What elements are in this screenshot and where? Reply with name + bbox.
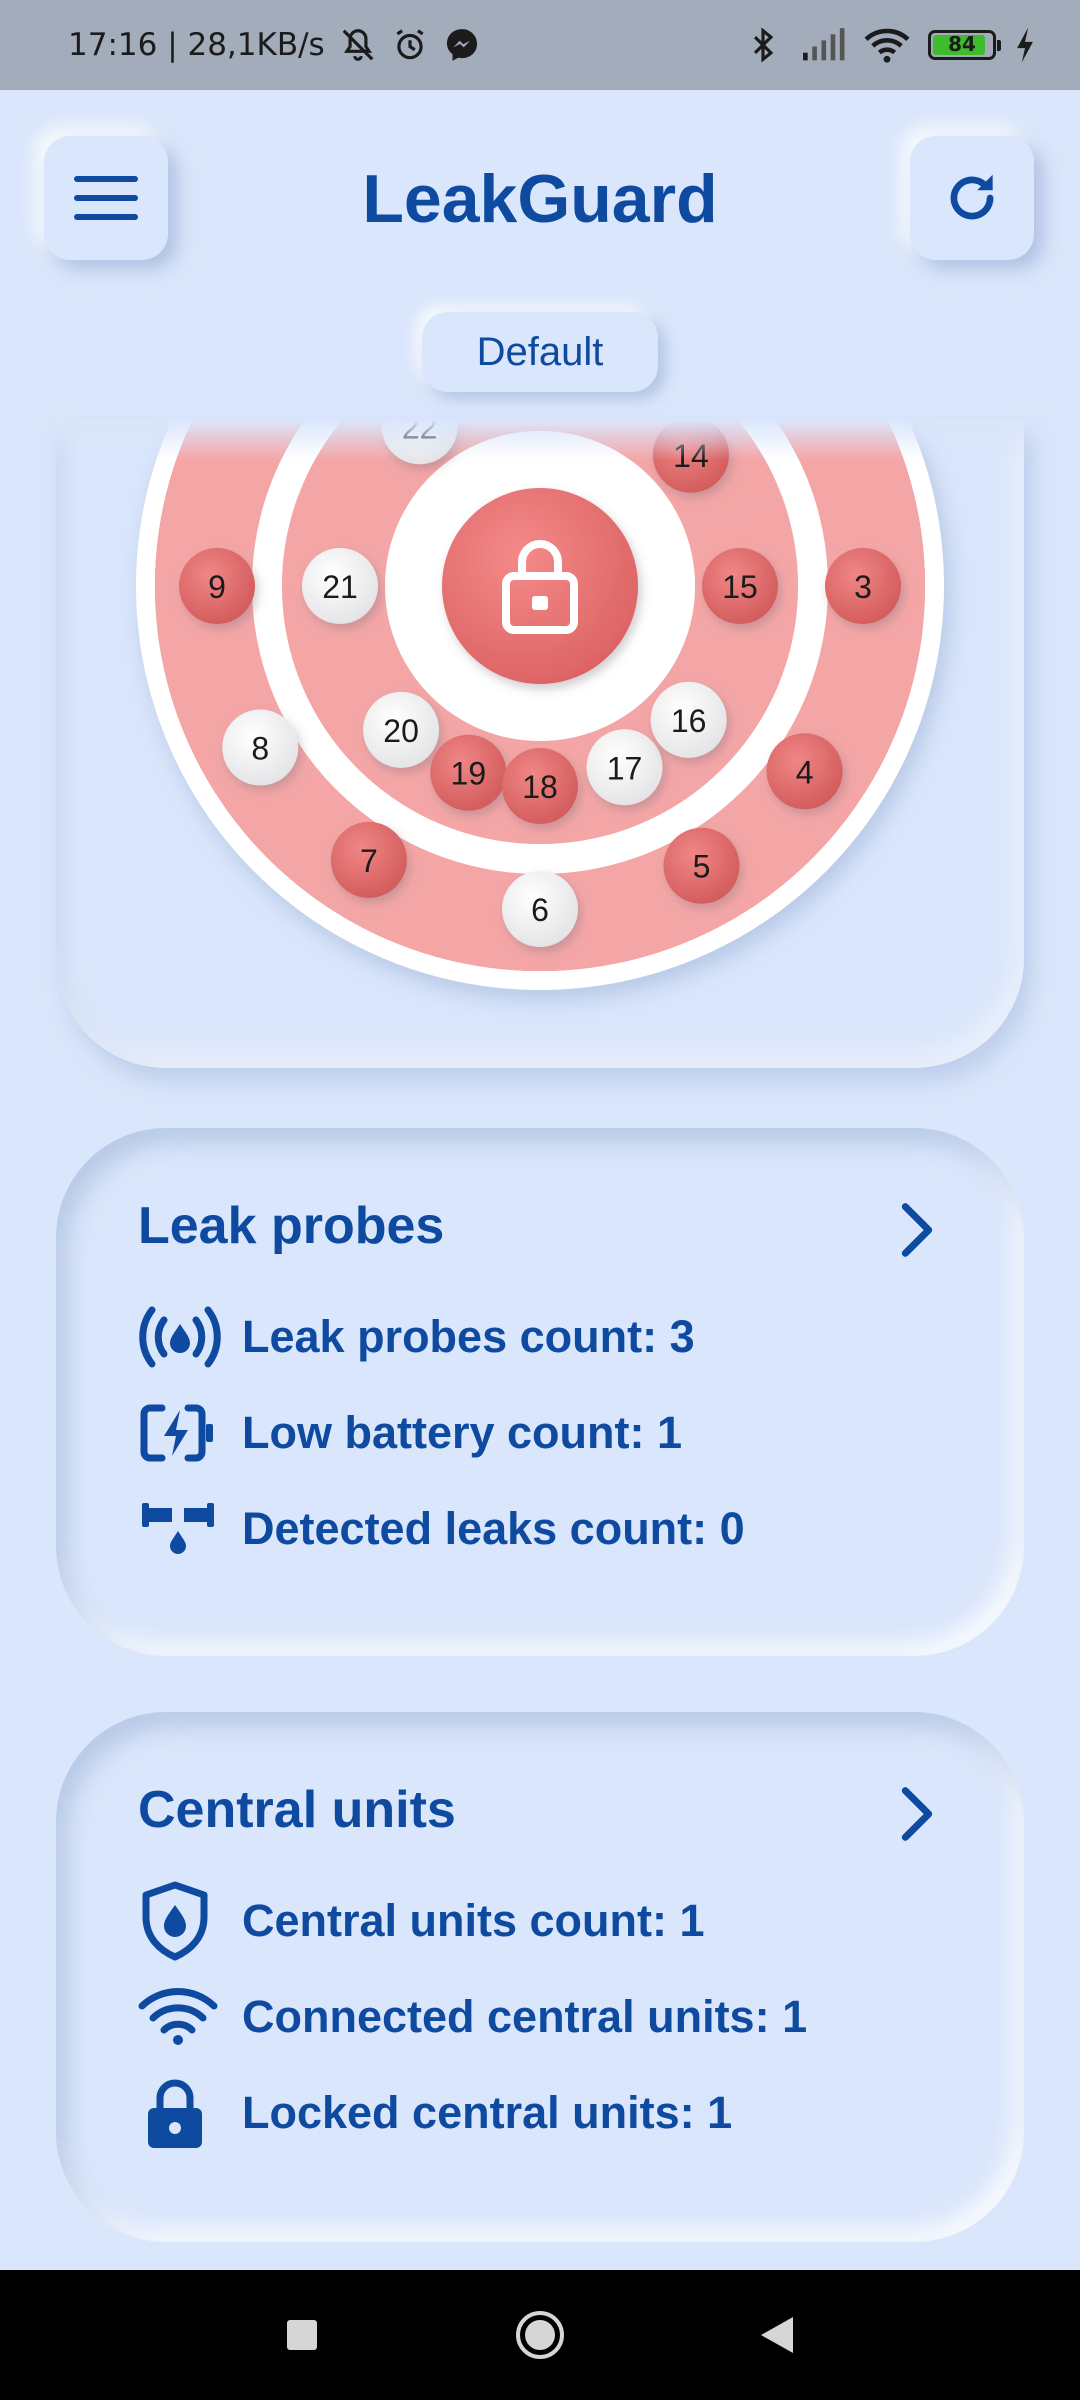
connected-central-units-row: Connected central units: 1 — [138, 1980, 807, 2054]
status-bar: 17:16 | 28,1KB/s 84 — [0, 0, 1080, 90]
lock-icon — [148, 2079, 202, 2148]
zone-button-8[interactable]: 8 — [222, 709, 299, 786]
zone-button-15[interactable]: 15 — [702, 548, 778, 624]
probe-signal-icon — [139, 1306, 221, 1368]
zone-button-4[interactable]: 4 — [766, 733, 843, 810]
leak-probes-card[interactable]: Leak probes Leak probes count: 3 Low bat… — [56, 1128, 1024, 1656]
recent-apps-button[interactable] — [272, 2305, 332, 2365]
home-button[interactable] — [510, 2305, 570, 2365]
home-icon — [516, 2311, 564, 2359]
zone-number: 18 — [522, 769, 558, 805]
chevron-right-icon[interactable] — [892, 1202, 942, 1258]
zone-number: 21 — [322, 569, 358, 605]
zone-number: 17 — [607, 750, 643, 786]
zone-number: 4 — [796, 754, 814, 790]
signal-icon — [803, 28, 845, 61]
zone-button-21[interactable]: 21 — [302, 548, 378, 624]
zone-number: 8 — [251, 731, 269, 767]
zone-number: 9 — [208, 569, 226, 605]
wifi-icon — [864, 28, 910, 63]
recent-apps-icon — [287, 2320, 317, 2350]
chevron-right-icon[interactable] — [892, 1786, 942, 1842]
back-button[interactable] — [748, 2305, 808, 2365]
zone-number: 5 — [693, 849, 711, 885]
charging-icon — [1017, 27, 1033, 63]
zone-button-18[interactable]: 18 — [502, 748, 578, 824]
alarm-icon — [396, 29, 424, 60]
zone-wheel: 1098765432222120191817161514 — [136, 420, 944, 990]
app-header: LeakGuard — [0, 90, 1080, 310]
zone-number: 3 — [854, 569, 872, 605]
leak-probes-title: Leak probes — [138, 1197, 445, 1255]
profile-selector[interactable]: Default — [422, 312, 658, 392]
battery-charge-icon — [140, 1404, 213, 1462]
central-units-card[interactable]: Central units Central units count: 1 Con… — [56, 1712, 1024, 2242]
zone-number: 15 — [722, 569, 758, 605]
leak-probes-count-row: Leak probes count: 3 — [138, 1300, 695, 1374]
battery-icon: 84 — [928, 30, 1001, 60]
zone-button-19[interactable]: 19 — [430, 734, 507, 811]
profile-label: Default — [476, 329, 604, 374]
system-navigation-bar — [0, 2270, 1080, 2400]
zone-wheel-card: 1098765432222120191817161514 — [56, 420, 1024, 1068]
zone-number: 20 — [383, 713, 419, 749]
zone-number: 16 — [671, 703, 707, 739]
messenger-icon — [446, 29, 477, 61]
zone-button-5[interactable]: 5 — [663, 827, 740, 904]
zone-button-6[interactable]: 6 — [502, 871, 578, 947]
mute-icon — [342, 29, 374, 61]
detected-leaks-count-row: Detected leaks count: 0 — [138, 1492, 745, 1566]
zone-number: 19 — [451, 756, 487, 792]
central-units-count-row: Central units count: 1 — [138, 1881, 705, 1961]
pipe-leak-icon — [142, 1503, 214, 1554]
status-time-speed: 17:16 | 28,1KB/s — [68, 27, 325, 63]
center-lock-button[interactable] — [442, 488, 638, 684]
locked-central-units-row: Locked central units: 1 — [138, 2076, 732, 2150]
refresh-icon — [950, 174, 994, 220]
central-units-title: Central units — [138, 1781, 456, 1839]
zone-button-7[interactable]: 7 — [330, 821, 407, 898]
zone-number: 7 — [360, 843, 378, 879]
zone-button-20[interactable]: 20 — [363, 691, 440, 768]
bluetooth-icon — [753, 27, 774, 63]
zone-number: 6 — [531, 892, 549, 928]
shield-drop-icon — [142, 1881, 208, 1961]
low-battery-count-row: Low battery count: 1 — [138, 1396, 682, 1470]
zone-button-16[interactable]: 16 — [650, 681, 727, 758]
wifi-icon — [138, 1988, 218, 2045]
zone-button-9[interactable]: 9 — [179, 548, 255, 624]
back-icon — [761, 2317, 793, 2353]
zone-button-3[interactable]: 3 — [825, 548, 901, 624]
zone-button-17[interactable]: 17 — [586, 729, 663, 806]
refresh-button[interactable] — [910, 136, 1034, 260]
